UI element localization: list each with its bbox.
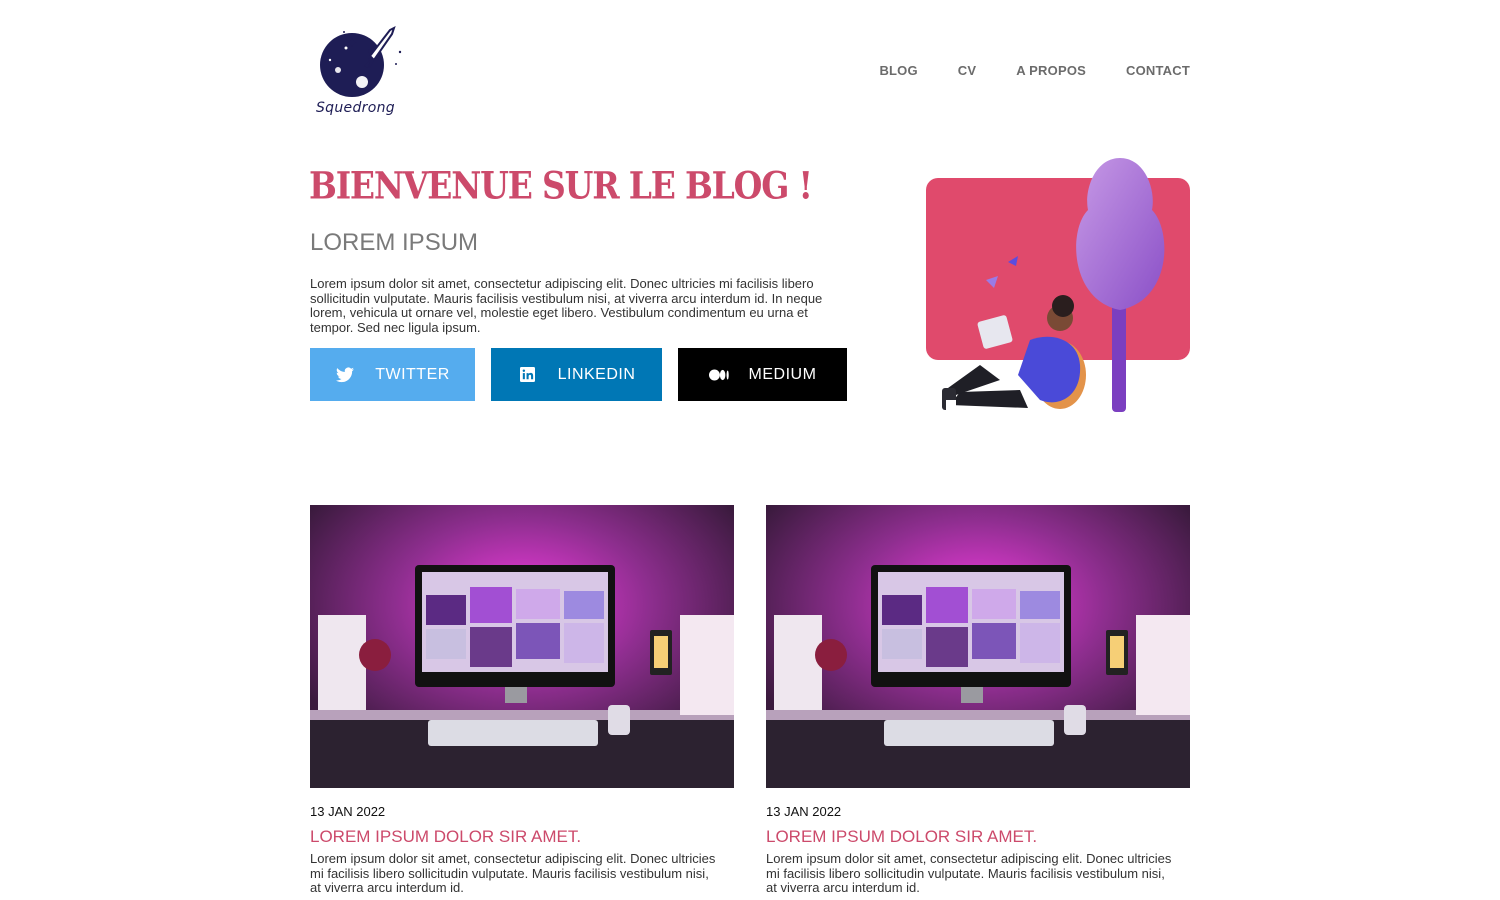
post-excerpt: Lorem ipsum dolor sit amet, consectetur … xyxy=(766,851,1172,895)
nav-item-contact[interactable]: CONTACT xyxy=(1126,63,1190,78)
post-image xyxy=(310,505,734,788)
twitter-label: TWITTER xyxy=(375,365,450,383)
linkedin-button[interactable]: LINKEDIN xyxy=(491,348,662,401)
rocket-moon-icon xyxy=(320,26,402,97)
social-buttons: TWITTER LINKEDIN MEDIUM xyxy=(310,348,847,401)
post-title[interactable]: LOREM IPSUM DOLOR SIR AMET. xyxy=(310,827,734,847)
linkedin-label: LINKEDIN xyxy=(557,365,636,383)
post-excerpt: Lorem ipsum dolor sit amet, consectetur … xyxy=(310,851,716,895)
post-title[interactable]: LOREM IPSUM DOLOR SIR AMET. xyxy=(766,827,1190,847)
nav-item-cv[interactable]: CV xyxy=(958,63,976,78)
twitter-icon xyxy=(335,365,355,385)
hero-title: BIENVENUE SUR LE BLOG ! xyxy=(309,164,813,208)
nav-item-blog[interactable]: BLOG xyxy=(879,63,917,78)
post-card[interactable]: 13 JAN 2022 LOREM IPSUM DOLOR SIR AMET. … xyxy=(766,505,1190,896)
hero-text: Lorem ipsum dolor sit amet, consectetur … xyxy=(310,276,823,335)
medium-icon xyxy=(708,365,729,385)
post-image xyxy=(766,505,1190,788)
post-card[interactable]: 13 JAN 2022 LOREM IPSUM DOLOR SIR AMET. … xyxy=(310,505,734,896)
post-date: 13 JAN 2022 xyxy=(310,804,386,819)
main-nav: BLOG CV A PROPOS CONTACT xyxy=(879,63,1190,78)
page: Squedrong BLOG CV A PROPOS CONTACT BIENV… xyxy=(0,0,1500,900)
twitter-button[interactable]: TWITTER xyxy=(310,348,475,401)
medium-button[interactable]: MEDIUM xyxy=(678,348,847,401)
hero-subtitle: LOREM IPSUM xyxy=(310,229,479,256)
logo-text: Squedrong xyxy=(316,100,395,116)
hero-illustration xyxy=(920,150,1195,420)
linkedin-icon xyxy=(518,365,538,385)
post-date: 13 JAN 2022 xyxy=(766,804,842,819)
nav-item-a-propos[interactable]: A PROPOS xyxy=(1016,63,1086,78)
medium-label: MEDIUM xyxy=(748,365,817,383)
